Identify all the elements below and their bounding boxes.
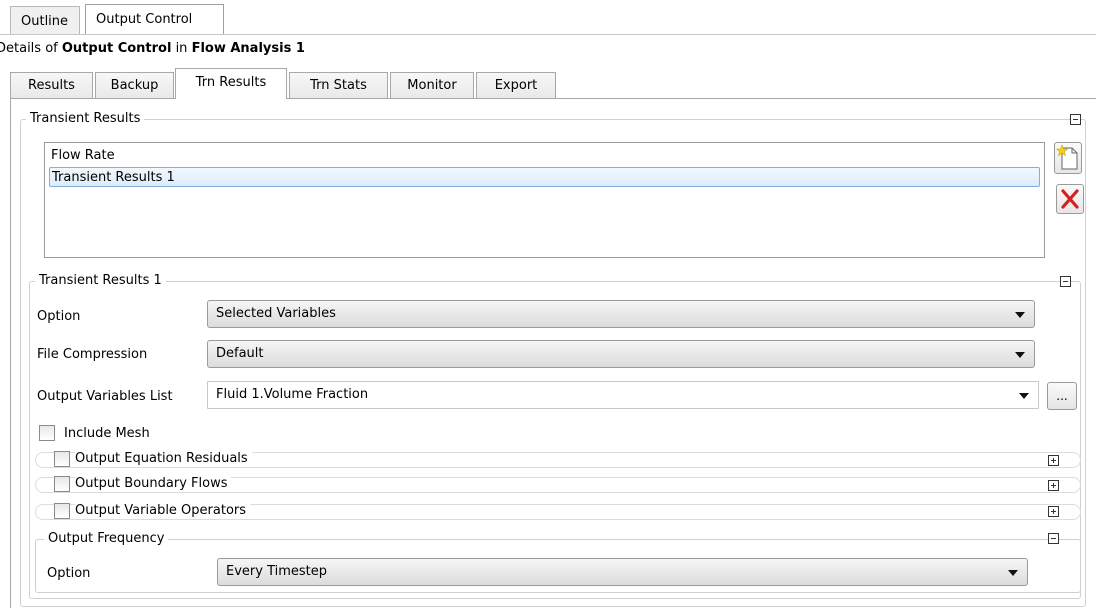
tab-output-control[interactable]: Output Control	[85, 4, 224, 35]
output-boundary-flows-label: Output Boundary Flows	[75, 476, 232, 491]
output-variable-operators-label: Output Variable Operators	[75, 503, 251, 518]
output-boundary-flows-expand-icon[interactable]	[1048, 480, 1059, 491]
frequency-option-select[interactable]: Every Timestep	[217, 558, 1028, 586]
tab-export[interactable]: Export	[476, 72, 556, 98]
tab-results-label: Results	[28, 78, 75, 93]
frequency-option-value: Every Timestep	[226, 564, 328, 579]
transient-results-collapse-icon[interactable]	[1070, 114, 1081, 125]
frequency-option-label: Option	[47, 566, 91, 581]
chevron-down-icon	[1015, 352, 1025, 358]
tab-monitor-label: Monitor	[407, 78, 457, 93]
include-mesh-checkbox[interactable]	[39, 425, 55, 441]
output-variable-operators-expand-icon[interactable]	[1048, 506, 1059, 517]
chevron-down-icon	[1015, 312, 1025, 318]
tab-trn-stats-label: Trn Stats	[310, 78, 367, 93]
option-select[interactable]: Selected Variables	[207, 300, 1035, 328]
variables-browse-button[interactable]: ...	[1047, 382, 1077, 410]
output-equation-residuals-label: Output Equation Residuals	[75, 451, 252, 466]
output-boundary-flows-checkbox[interactable]	[54, 476, 70, 492]
output-equation-residuals-checkbox[interactable]	[54, 451, 70, 467]
transient-results-1-collapse-icon[interactable]	[1060, 276, 1071, 287]
file-compression-value: Default	[216, 346, 264, 361]
chevron-down-icon	[1008, 570, 1018, 576]
file-compression-label: File Compression	[37, 347, 148, 362]
delete-item-button[interactable]	[1056, 184, 1084, 214]
output-variable-operators-checkbox[interactable]	[54, 503, 70, 519]
details-middle: in	[171, 41, 192, 56]
tab-trn-stats[interactable]: Trn Stats	[289, 72, 388, 98]
top-tab-divider	[0, 34, 1096, 35]
tab-results[interactable]: Results	[10, 72, 93, 98]
file-compression-select[interactable]: Default	[207, 340, 1035, 368]
tab-output-control-label: Output Control	[96, 12, 193, 27]
option-label: Option	[37, 309, 81, 324]
list-item-selected[interactable]: Transient Results 1	[49, 167, 1040, 187]
details-header: Details of Output Control in Flow Analys…	[0, 41, 305, 56]
tab-trn-results-label: Trn Results	[195, 75, 267, 90]
list-item-label: Flow Rate	[51, 148, 115, 163]
tab-outline-label: Outline	[21, 14, 69, 29]
transient-results-list[interactable]: Flow Rate Transient Results 1	[44, 142, 1045, 258]
transient-results-title: Transient Results	[26, 111, 145, 126]
tab-trn-results[interactable]: Trn Results	[175, 68, 287, 99]
include-mesh-label: Include Mesh	[64, 426, 150, 441]
chevron-down-icon	[1019, 393, 1029, 399]
list-item-label: Transient Results 1	[52, 170, 175, 185]
details-object: Output Control	[61, 41, 172, 56]
output-variables-label: Output Variables List	[37, 389, 173, 404]
transient-results-1-title: Transient Results 1	[35, 273, 166, 288]
output-frequency-title: Output Frequency	[44, 531, 169, 546]
output-variables-select[interactable]: Fluid 1.Volume Fraction	[207, 381, 1039, 409]
output-frequency-collapse-icon[interactable]	[1048, 533, 1059, 544]
tab-backup-label: Backup	[110, 78, 159, 93]
tab-monitor[interactable]: Monitor	[390, 72, 474, 98]
details-parent: Flow Analysis 1	[191, 41, 305, 56]
tab-backup[interactable]: Backup	[95, 72, 174, 98]
tab-outline[interactable]: Outline	[10, 6, 80, 34]
delete-x-icon	[1061, 189, 1079, 209]
new-item-button[interactable]	[1054, 142, 1082, 174]
option-select-value: Selected Variables	[216, 306, 336, 321]
details-prefix: Details of	[0, 41, 62, 56]
output-equation-residuals-expand-icon[interactable]	[1048, 455, 1059, 466]
output-variables-value: Fluid 1.Volume Fraction	[216, 387, 369, 402]
ellipsis-label: ...	[1056, 389, 1068, 403]
list-item[interactable]: Flow Rate	[49, 146, 1040, 166]
new-document-icon	[1055, 144, 1078, 170]
tab-export-label: Export	[494, 78, 538, 93]
